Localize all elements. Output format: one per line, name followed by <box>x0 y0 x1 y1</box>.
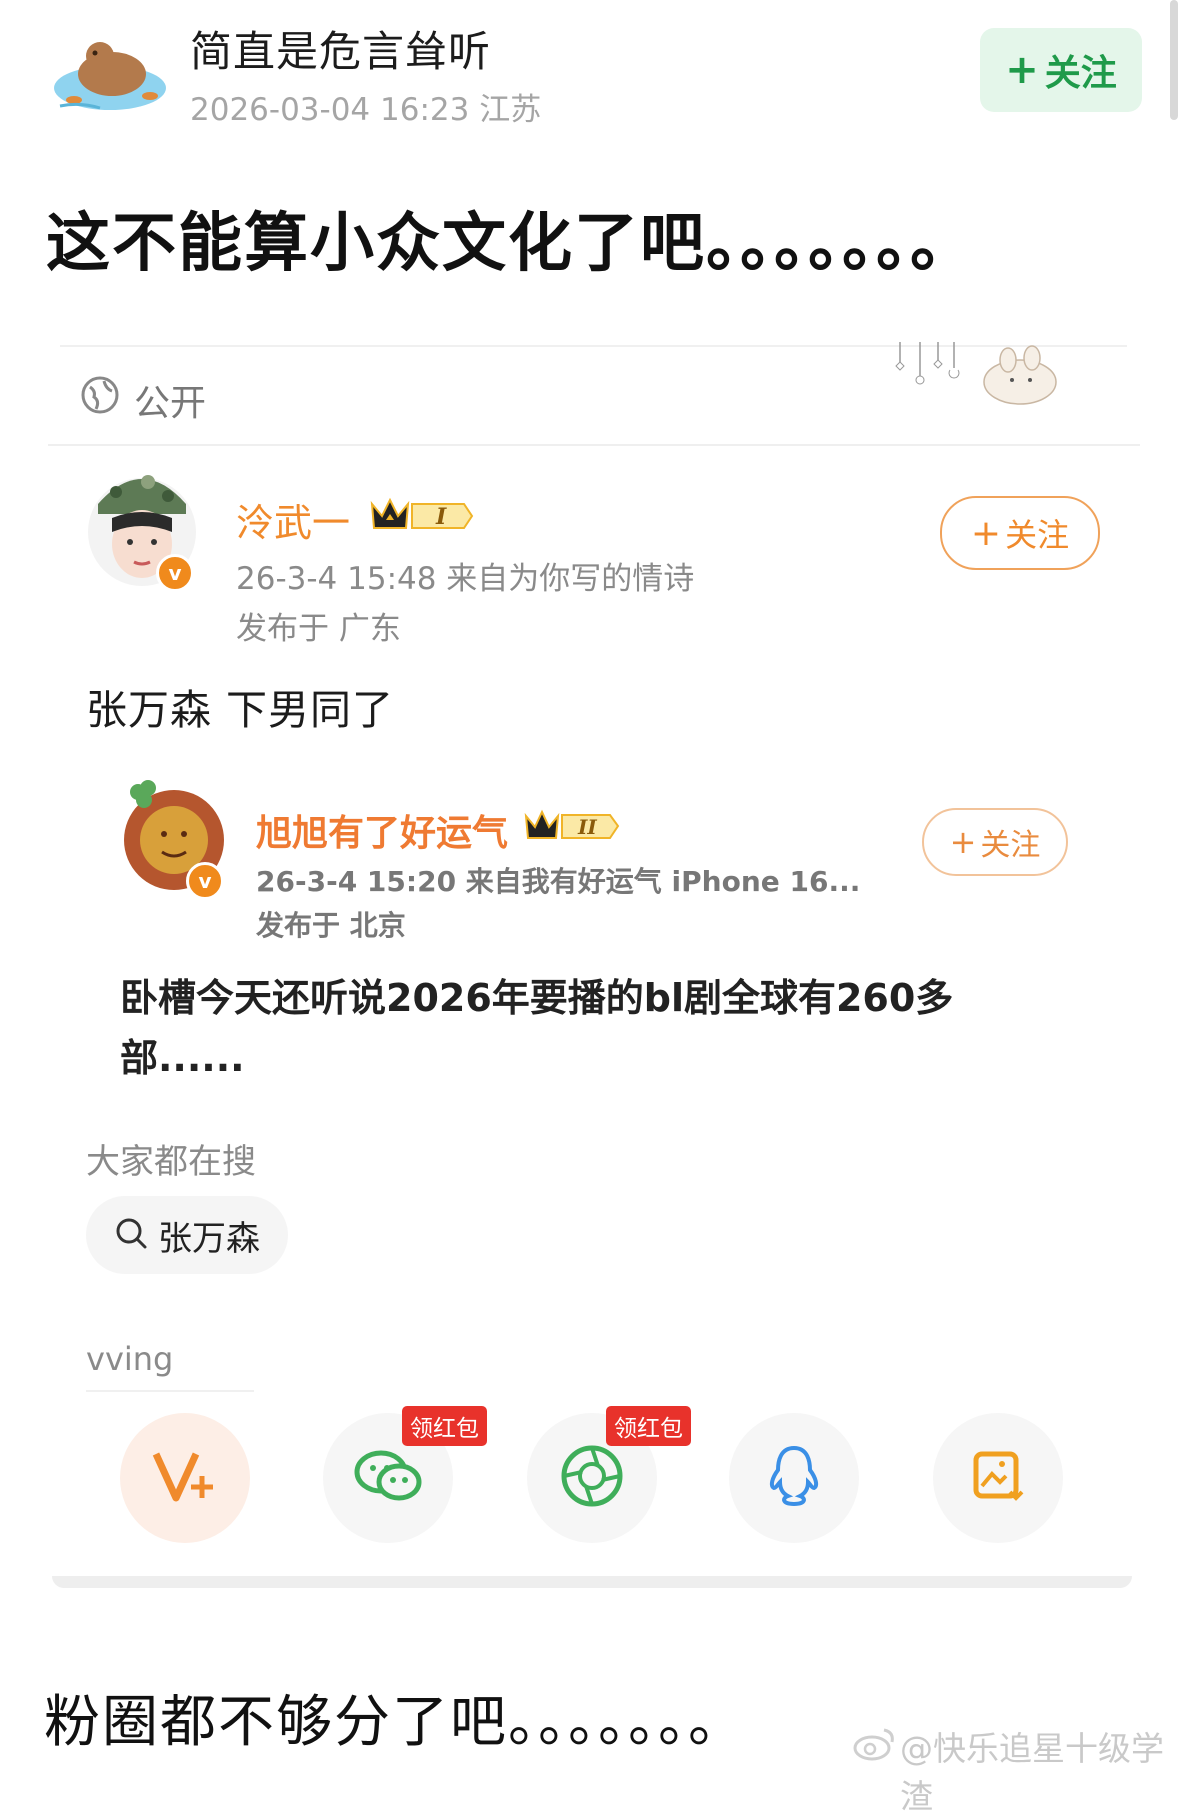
verified-badge-icon: v <box>186 862 224 900</box>
watermark: @快乐追星十级学渣 <box>900 1729 1164 1816</box>
main-post-location: 发布于 广东 <box>236 611 401 647</box>
quoted-post-username[interactable]: 旭旭有了好运气 <box>256 804 508 856</box>
plus-icon: + <box>970 512 1002 554</box>
poster-username[interactable]: 简直是危言耸听 <box>190 18 491 79</box>
quoted-user-avatar[interactable]: v <box>118 774 230 900</box>
share-qq-button[interactable] <box>729 1413 859 1543</box>
quoted-post-time-source: 26-3-4 15:20 来自我有好运气 iPhone 16... <box>256 865 861 898</box>
crown-level-icon: II <box>522 806 622 844</box>
search-icon <box>114 1216 148 1254</box>
visibility-label: 公开 <box>134 383 207 424</box>
globe-icon <box>80 375 120 415</box>
decoration-sticker <box>890 342 1070 412</box>
trending-search-title: 大家都在搜 <box>86 1142 256 1182</box>
red-packet-badge: 领红包 <box>402 1406 487 1446</box>
post-footer-text: 粉圈都不够分了吧。。。。。。。 <box>44 1690 746 1755</box>
user-avatar[interactable]: v <box>86 462 198 592</box>
weibo-logo-icon <box>852 1724 898 1762</box>
moments-icon <box>560 1444 624 1512</box>
follow-label: 关注 <box>1044 53 1117 94</box>
main-post-text: 张万森 下男同了 <box>86 686 395 734</box>
quoted-follow-button[interactable]: + 关注 <box>922 808 1068 876</box>
share-divider <box>86 1390 254 1392</box>
red-packet-badge: 领红包 <box>606 1406 691 1446</box>
main-post-username[interactable]: 泠武一 <box>236 492 350 547</box>
trending-search-chip[interactable]: 张万森 <box>86 1196 288 1274</box>
follow-label: 关注 <box>980 828 1041 863</box>
search-chip-label: 张万森 <box>158 1218 260 1259</box>
quoted-post-text: 卧槽今天还听说2026年要播的bl剧全球有260多部...... <box>120 976 954 1080</box>
post-headline: 这不能算小众文化了吧。。。。。。。 <box>46 207 976 281</box>
main-follow-button[interactable]: + 关注 <box>940 496 1100 570</box>
plus-icon: + <box>1005 47 1039 93</box>
follow-label: 关注 <box>1005 516 1070 554</box>
share-vplus-button[interactable] <box>120 1413 250 1543</box>
plus-icon: + <box>949 823 977 861</box>
wechat-icon <box>353 1448 423 1508</box>
main-post-time-source: 26-3-4 15:48 来自为你写的情诗 <box>236 561 695 597</box>
qq-icon <box>766 1444 822 1512</box>
poster-avatar[interactable] <box>50 30 170 116</box>
crown-level-icon: I <box>368 494 476 534</box>
card-bottom-edge <box>52 1576 1132 1588</box>
post-timestamp-location: 2026-03-04 16:23 江苏 <box>190 92 542 128</box>
svg-text:II: II <box>577 815 597 839</box>
svg-text:I: I <box>435 504 447 530</box>
share-save-image-button[interactable] <box>933 1413 1063 1543</box>
scrollbar[interactable] <box>1170 0 1178 120</box>
share-user-label: vving <box>86 1340 174 1378</box>
follow-button[interactable]: + 关注 <box>980 28 1142 112</box>
verified-badge-icon: v <box>156 554 194 592</box>
quoted-post-location: 发布于 北京 <box>256 909 406 942</box>
save-image-icon <box>970 1448 1026 1508</box>
vplus-icon <box>150 1446 220 1510</box>
